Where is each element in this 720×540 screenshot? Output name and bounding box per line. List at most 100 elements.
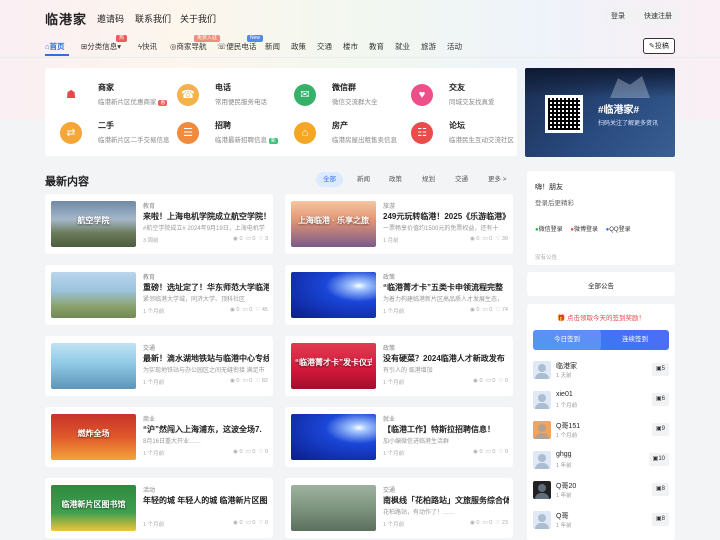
user-name[interactable]: xie01 (556, 391, 573, 398)
checkin-user-row[interactable]: ghgg 1 年前 ▣10 (533, 450, 669, 474)
avatar[interactable] (533, 511, 551, 529)
post-thumbnail[interactable]: 航空学院 (51, 201, 136, 247)
checkin-user-row[interactable]: xie01 1 个月前 ▣6 (533, 390, 669, 414)
category-item[interactable]: ⇄ 二手 临港新片区二手交易信息 (60, 120, 176, 148)
checkin-hint[interactable]: 🎁 点击领取今天的签到奖励！ (527, 312, 675, 322)
post-thumbnail[interactable] (291, 272, 376, 318)
nav-transport[interactable]: 交通 (317, 41, 332, 52)
category-item[interactable]: ☰ 招聘 临港最新招聘信息 新 (177, 120, 293, 148)
wechat-qr-banner[interactable]: #临港家# 扫码关注了解更多资讯 (525, 68, 675, 157)
category-item[interactable]: ⌂ 房产 临港房屋出租售卖信息 (294, 120, 410, 148)
checkin-user-row[interactable]: 临港家 1 天前 ▣5 (533, 360, 669, 384)
wechat-login-button[interactable]: ●微信登录 (535, 227, 563, 233)
checkin-user-row[interactable]: Q哥151 1 个月前 ▣9 (533, 420, 669, 444)
announcement-widget[interactable]: 全部公告 (527, 272, 675, 296)
qq-login-button[interactable]: ●QQ登录 (606, 227, 631, 233)
invite-code-link[interactable]: 邀请码 (97, 12, 124, 25)
post-title[interactable]: 年轻的城 年轻人的城 临港新片区图 (143, 495, 269, 506)
nav-news[interactable]: 新闻 (265, 41, 280, 52)
post-card[interactable]: 交通 最新！滴水湖地铁站与临港中心专线 为实现地铁站与办公园区之间无缝衔接 满足市 1… (45, 336, 273, 396)
user-name[interactable]: Q哥 (556, 511, 568, 521)
post-title[interactable]: 没有硬菜？2024临港人才新政发布 (383, 353, 509, 364)
post-thumbnail[interactable] (291, 414, 376, 460)
post-category[interactable]: 活动 (143, 485, 155, 494)
nav-flash-news[interactable]: ϟ快讯 (138, 41, 157, 52)
user-name[interactable]: Q哥20 (556, 481, 576, 491)
post-card[interactable]: 就业 【临港工作】特斯拉招聘信息！ 加小编微信进临港生活群 1 个月前 ◉ 0 ▭ 0 … (285, 407, 513, 467)
filter-tab-policy[interactable]: 政策 (382, 172, 409, 187)
post-title[interactable]: 来啦！上海电机学院成立航空学院！ (143, 211, 269, 222)
about-us-link[interactable]: 关于我们 (180, 12, 216, 25)
contact-us-link[interactable]: 联系我们 (135, 12, 171, 25)
nav-policy[interactable]: 政策 (291, 41, 306, 52)
nav-events[interactable]: 活动 (447, 41, 462, 52)
site-logo[interactable]: 临港家 (45, 9, 87, 28)
avatar[interactable] (533, 421, 551, 439)
post-thumbnail[interactable]: 临港新片区图书馆 (51, 485, 136, 531)
checkin-user-row[interactable]: Q哥20 1 年前 ▣8 (533, 480, 669, 504)
post-card[interactable]: “临港菁才卡”发卡仪式 政策 没有硬菜？2024临港人才新政发布 有引人的 临港增加 1… (285, 336, 513, 396)
nav-home[interactable]: ⌂首页 (45, 41, 65, 52)
all-announcements-link[interactable]: 全部公告 (527, 280, 675, 290)
post-thumbnail[interactable] (51, 343, 136, 389)
post-title[interactable]: 南枫线「花柏路站」文旅服务综合体 (383, 495, 509, 506)
post-card[interactable]: 交通 南枫线「花柏路站」文旅服务综合体 花柏路站，有动作了！…… 1 个月前 ◉ 0 ▭… (285, 478, 513, 538)
post-category[interactable]: 交通 (143, 343, 155, 352)
post-card[interactable]: 教育 重磅！选址定了！华东师范大学临港 紧邻临港大学城，同济大学、顶科社区 1 个月前… (45, 265, 273, 325)
post-thumbnail[interactable]: 燃炸全场 (51, 414, 136, 460)
post-title[interactable]: 重磅！选址定了！华东师范大学临港 (143, 282, 269, 293)
post-card[interactable]: 航空学院 教育 来啦！上海电机学院成立航空学院！ #航空学院成立# 2024年9月19… (45, 194, 273, 254)
filter-tab-more[interactable]: 更多 > (481, 172, 514, 187)
nav-merchant-directory[interactable]: ◎商家导航 免费入驻 (170, 35, 221, 52)
post-category[interactable]: 交通 (383, 485, 395, 494)
post-category[interactable]: 政策 (383, 343, 395, 352)
post-title[interactable]: 249元玩转临港！2025《乐游临港》 (383, 211, 509, 222)
category-item[interactable]: ☎ 电话 常用便民服务电话 (177, 82, 293, 110)
category-item[interactable]: ✉ 微信群 微信交流群大全 (294, 82, 410, 110)
nav-property[interactable]: 楼市 (343, 41, 358, 52)
post-title[interactable]: “沪”然闯入上海浦东，这波全场7. (143, 424, 269, 435)
post-category[interactable]: 政策 (383, 272, 395, 281)
login-button[interactable]: 登录 (603, 8, 633, 25)
post-card[interactable]: 政策 “临港菁才卡”五类卡申领流程完整 为着力构建临港新片区高品质人才发展生态， 1 … (285, 265, 513, 325)
avatar[interactable] (533, 391, 551, 409)
avatar[interactable] (533, 451, 551, 469)
checkin-today-button[interactable]: 今日签到 (533, 330, 601, 350)
avatar[interactable] (533, 481, 551, 499)
post-card[interactable]: 上海临港 · 乐享之旅 旅游 249元玩转临港！2025《乐游临港》 一票畅享价值约1… (285, 194, 513, 254)
category-item[interactable]: ♥ 交友 同城交友找真爱 (411, 82, 527, 110)
post-title[interactable]: 最新！滴水湖地铁站与临港中心专线 (143, 353, 269, 364)
nav-service-phones[interactable]: ☏便民电话 New (217, 35, 264, 52)
post-card[interactable]: 燃炸全场 商业 “沪”然闯入上海浦东，这波全场7. 8月16日重大开业…… 1 个月前 ◉… (45, 407, 273, 467)
post-category[interactable]: 就业 (383, 414, 395, 423)
checkin-streak-button[interactable]: 连续签到 (601, 330, 669, 350)
post-card[interactable]: 临港新片区图书馆 活动 年轻的城 年轻人的城 临港新片区图 1 个月前 ◉ 0 ▭ 0 … (45, 478, 273, 538)
avatar[interactable] (533, 361, 551, 379)
post-category[interactable]: 旅游 (383, 201, 395, 210)
submit-post-button[interactable]: ✎投稿 (643, 38, 675, 54)
post-category[interactable]: 商业 (143, 414, 155, 423)
checkin-user-row[interactable]: Q哥 1 年前 ▣8 (533, 510, 669, 534)
register-button[interactable]: 快速注册 (636, 8, 680, 25)
user-name[interactable]: ghgg (556, 451, 572, 458)
post-thumbnail[interactable] (51, 272, 136, 318)
post-thumbnail[interactable]: 上海临港 · 乐享之旅 (291, 201, 376, 247)
filter-tab-news[interactable]: 新闻 (350, 172, 377, 187)
post-thumbnail[interactable]: “临港菁才卡”发卡仪式 (291, 343, 376, 389)
post-title[interactable]: 【临港工作】特斯拉招聘信息！ (383, 424, 509, 435)
user-name[interactable]: Q哥151 (556, 421, 580, 431)
filter-tab-planning[interactable]: 规划 (415, 172, 442, 187)
category-item[interactable]: ☷ 论坛 临港民生互动交流社区 (411, 120, 527, 148)
post-category[interactable]: 教育 (143, 272, 155, 281)
post-thumbnail[interactable] (291, 485, 376, 531)
post-title[interactable]: “临港菁才卡”五类卡申领流程完整 (383, 282, 509, 293)
category-item[interactable]: ☗ 商家 临港新片区优惠商家 惠 (60, 82, 176, 110)
user-name[interactable]: 临港家 (556, 361, 577, 371)
filter-tab-transport[interactable]: 交通 (448, 172, 475, 187)
weibo-login-button[interactable]: ●微博登录 (570, 227, 598, 233)
nav-education[interactable]: 教育 (369, 41, 384, 52)
filter-tab-all[interactable]: 全部 (316, 172, 343, 187)
nav-jobs[interactable]: 就业 (395, 41, 410, 52)
post-category[interactable]: 教育 (143, 201, 155, 210)
nav-classifieds[interactable]: ⊞分类信息▾ 热 (81, 35, 128, 52)
